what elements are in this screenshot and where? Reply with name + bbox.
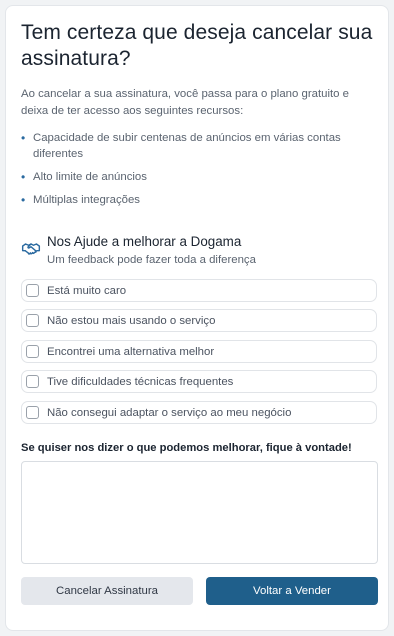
feature-text: Capacidade de subir centenas de anúncios…: [33, 132, 341, 160]
feedback-header: Nos Ajude a melhorar a Dogama Um feedbac…: [21, 233, 376, 273]
comment-textarea[interactable]: [21, 461, 378, 564]
option-nao-usando[interactable]: Não estou mais usando o serviço: [21, 309, 377, 332]
dialog-description: Ao cancelar a sua assinatura, você passa…: [21, 88, 350, 117]
feedback-subtitle: Um feedback pode fazer toda a diferença: [47, 254, 256, 266]
bullet-icon: •: [21, 170, 26, 184]
checkbox[interactable]: [26, 375, 39, 388]
checkbox[interactable]: [26, 345, 39, 358]
cancel-subscription-dialog: Tem certeza que deseja cancelar sua assi…: [5, 5, 389, 631]
bullet-icon: •: [21, 131, 26, 145]
features-list: • Capacidade de subir centenas de anúncio…: [21, 130, 376, 215]
comment-label: Se quiser nos dizer o que podemos melhor…: [21, 442, 352, 454]
option-label: Não consegui adaptar o serviço ao meu ne…: [47, 406, 292, 419]
option-alternativa[interactable]: Encontrei uma alternativa melhor: [21, 340, 377, 363]
option-label: Encontrei uma alternativa melhor: [47, 345, 215, 358]
option-dificuldades-tecnicas[interactable]: Tive dificuldades técnicas frequentes: [21, 370, 377, 393]
back-to-selling-button[interactable]: Voltar a Vender: [206, 577, 378, 605]
feature-text: Múltiplas integrações: [33, 194, 140, 206]
option-muito-caro[interactable]: Está muito caro: [21, 279, 377, 302]
handshake-icon: [21, 243, 41, 255]
option-label: Está muito caro: [47, 284, 127, 297]
feature-item: • Múltiplas integrações: [21, 192, 376, 208]
option-label: Não estou mais usando o serviço: [47, 314, 216, 327]
cancel-subscription-button[interactable]: Cancelar Assinatura: [21, 577, 193, 605]
feature-item: • Capacidade de subir centenas de anúncio…: [21, 130, 376, 162]
option-nao-adaptou[interactable]: Não consegui adaptar o serviço ao meu ne…: [21, 401, 377, 424]
option-label: Tive dificuldades técnicas frequentes: [47, 375, 234, 388]
checkbox[interactable]: [26, 314, 39, 327]
bullet-icon: •: [21, 193, 26, 207]
feature-text: Alto limite de anúncios: [33, 171, 147, 183]
checkbox[interactable]: [26, 284, 39, 297]
dialog-title: Tem certeza que deseja cancelar sua assi…: [21, 21, 373, 70]
feature-item: • Alto limite de anúncios: [21, 169, 376, 185]
checkbox[interactable]: [26, 406, 39, 419]
feedback-title: Nos Ajude a melhorar a Dogama: [47, 234, 242, 249]
